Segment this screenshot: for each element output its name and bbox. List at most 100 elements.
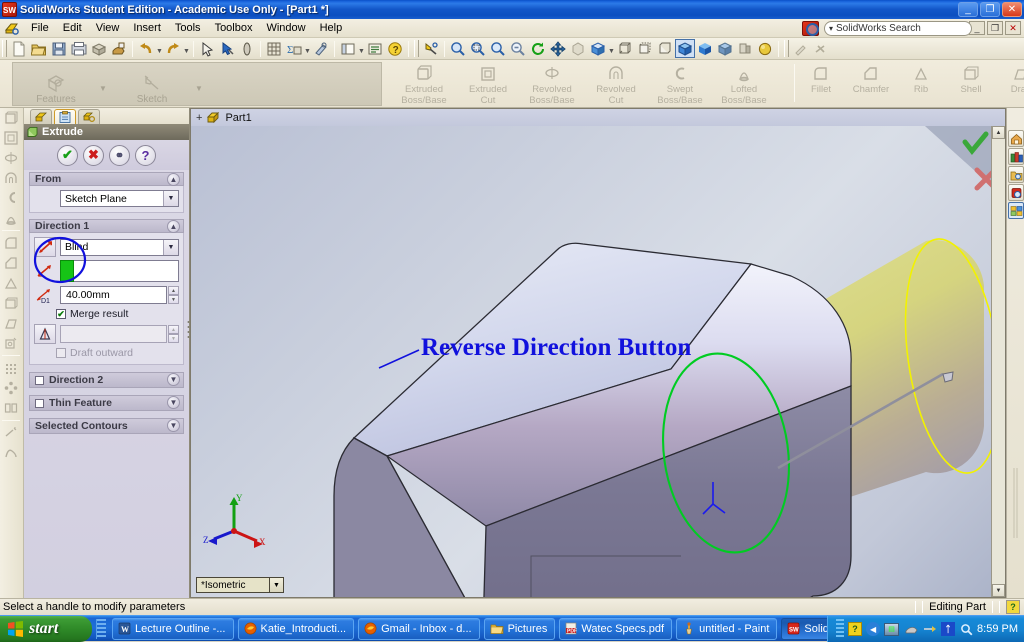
shaded-with-edges-button[interactable] — [675, 39, 695, 58]
features-tab-dropdown-arrow-icon[interactable]: ▼ — [99, 84, 109, 105]
draft-quality-button[interactable] — [715, 39, 735, 58]
view-orientation-dropdown-arrow-icon[interactable]: ▼ — [608, 39, 615, 58]
taskbar-item-pictures[interactable]: Pictures — [483, 617, 556, 640]
depth-stepper[interactable]: ▲ ▼ — [168, 286, 179, 304]
wireframe-button[interactable] — [615, 39, 635, 58]
undo-dropdown-arrow-icon[interactable]: ▼ — [156, 39, 163, 58]
taskbar-item-lecture-outline[interactable]: W Lecture Outline -... — [112, 617, 234, 640]
taskbar-item-katie-introduction[interactable]: Katie_Introducti... — [237, 617, 355, 640]
zoom-to-fit-button[interactable] — [448, 39, 468, 58]
vtoolbar-extruded-cut-button[interactable] — [0, 128, 22, 148]
pan-button[interactable] — [548, 39, 568, 58]
save-button[interactable] — [49, 39, 69, 58]
start-condition-select[interactable]: Sketch Plane ▼ — [60, 190, 179, 207]
note-button[interactable] — [365, 39, 385, 58]
ok-button[interactable]: ✔ — [57, 144, 78, 166]
vtoolbar-circular-pattern-button[interactable] — [0, 378, 22, 398]
graphics-viewport[interactable]: Reverse Direction Button Y X Z *Isometri… — [191, 126, 1005, 597]
open-document-button[interactable] — [29, 39, 49, 58]
previous-view-button[interactable] — [508, 39, 528, 58]
collapse-chevron-up-icon[interactable]: ▲ — [167, 220, 180, 233]
vtoolbar-draft-button[interactable] — [0, 313, 22, 333]
draft-button[interactable]: Draft — [996, 62, 1024, 106]
solidworks-resources-button[interactable] — [1008, 130, 1024, 147]
tray-usb-icon[interactable] — [922, 623, 937, 636]
menu-item-window[interactable]: Window — [259, 20, 312, 36]
scroll-up-button[interactable]: ▲ — [992, 126, 1005, 139]
file-properties-dropdown-arrow-icon[interactable]: ▼ — [304, 39, 311, 58]
start-button[interactable]: start — [0, 615, 92, 642]
new-document-button[interactable] — [9, 39, 29, 58]
section-view-button[interactable] — [568, 39, 588, 58]
vtoolbar-hole-wizard-button[interactable] — [0, 333, 22, 353]
taskbar-item-gmail-inbox[interactable]: Gmail - Inbox - d... — [358, 617, 480, 640]
menu-item-tools[interactable]: Tools — [168, 20, 208, 36]
tray-search-icon[interactable] — [959, 622, 973, 636]
tab-sketch[interactable]: Sketch — [109, 63, 195, 105]
section-thin-feature-header[interactable]: Thin Feature ▼ — [29, 395, 184, 411]
select-button[interactable] — [197, 39, 217, 58]
merge-result-checkbox[interactable]: ✔ Merge result — [34, 308, 179, 320]
vtoolbar-revolved-cut-button[interactable] — [0, 168, 22, 188]
chevron-down-icon[interactable]: ▼ — [163, 239, 178, 255]
chevron-down-icon[interactable]: ▼ — [163, 191, 178, 206]
tray-printer-icon[interactable] — [903, 623, 918, 636]
draft-angle-stepper-down[interactable]: ▼ — [168, 334, 179, 343]
vtoolbar-mirror-button[interactable] — [0, 398, 22, 418]
cancel-button[interactable]: ✖ — [83, 144, 104, 166]
tray-shield-icon[interactable]: ◀ — [866, 622, 881, 636]
vtoolbar-rib-button[interactable] — [0, 273, 22, 293]
lofted-boss-base-button[interactable]: Lofted Boss/Base — [712, 62, 776, 106]
draft-angle-input[interactable] — [60, 325, 167, 343]
scroll-down-button[interactable]: ▼ — [992, 584, 1005, 597]
print-preview-button[interactable] — [109, 39, 129, 58]
depth-input[interactable]: 40.00mm — [60, 286, 167, 304]
rebuild-button[interactable] — [264, 39, 284, 58]
draft-angle-stepper-up[interactable]: ▲ — [168, 325, 179, 334]
maximize-button[interactable]: ❐ — [980, 2, 1000, 17]
expand-chevron-down-icon[interactable]: ▼ — [167, 396, 180, 409]
tray-clock[interactable]: 8:59 PM — [977, 623, 1018, 635]
depth-stepper-down[interactable]: ▼ — [168, 295, 179, 304]
chamfer-button[interactable]: Chamfer — [846, 62, 896, 106]
tab-features[interactable]: Features — [13, 63, 99, 105]
vtoolbar-linear-pattern-button[interactable] — [0, 358, 22, 378]
rotate-view-button[interactable] — [528, 39, 548, 58]
draft-angle-stepper[interactable]: ▲ ▼ — [168, 325, 179, 343]
menu-item-file[interactable]: File — [24, 20, 56, 36]
options-button[interactable] — [311, 39, 331, 58]
view-palette-button[interactable] — [1008, 202, 1024, 219]
shell-button[interactable]: Shell — [946, 62, 996, 106]
direction-of-extrusion-selection-box[interactable] — [74, 260, 179, 282]
property-manager-tab[interactable] — [54, 109, 76, 124]
display-pane-button[interactable] — [338, 39, 358, 58]
vtoolbar-swept-boss-button[interactable] — [0, 188, 22, 208]
swept-boss-base-button[interactable]: Swept Boss/Base — [648, 62, 712, 106]
document-restore-button[interactable]: ❐ — [987, 21, 1003, 35]
zoom-to-area-button[interactable] — [468, 39, 488, 58]
thin-feature-enable-checkbox[interactable] — [35, 398, 44, 408]
reverse-direction-button[interactable] — [34, 237, 56, 257]
vtoolbar-reference-geometry-button[interactable] — [0, 423, 22, 443]
toolbar-grip[interactable] — [2, 40, 7, 57]
search-button[interactable] — [1008, 184, 1024, 201]
draft-angle-button[interactable] — [34, 324, 56, 344]
expand-chevron-down-icon[interactable]: ▼ — [167, 419, 180, 432]
section-selected-contours-header[interactable]: Selected Contours ▼ — [29, 418, 184, 434]
file-explorer-button[interactable] — [1008, 166, 1024, 183]
display-pane-dropdown-arrow-icon[interactable]: ▼ — [358, 39, 365, 58]
section-direction2-header[interactable]: Direction 2 ▼ — [29, 372, 184, 388]
vtoolbar-revolved-boss-button[interactable] — [0, 148, 22, 168]
taskbar-item-untitled-paint[interactable]: untitled - Paint — [676, 617, 778, 640]
feature-manager-tab[interactable] — [30, 109, 52, 124]
toolbar-grip[interactable] — [784, 40, 789, 57]
tray-network-icon[interactable]: ▤ — [884, 622, 900, 636]
vtoolbar-extruded-boss-button[interactable] — [0, 108, 22, 128]
minimize-button[interactable]: _ — [958, 2, 978, 17]
zoom-in-out-button[interactable] — [488, 39, 508, 58]
search-input[interactable]: ▾ SolidWorks Search — [824, 21, 972, 36]
configuration-manager-tab[interactable] — [78, 109, 100, 124]
redo-dropdown-arrow-icon[interactable]: ▼ — [183, 39, 190, 58]
vtoolbar-chamfer-button[interactable] — [0, 253, 22, 273]
search-dropdown-arrow-icon[interactable]: ▾ — [829, 24, 833, 33]
